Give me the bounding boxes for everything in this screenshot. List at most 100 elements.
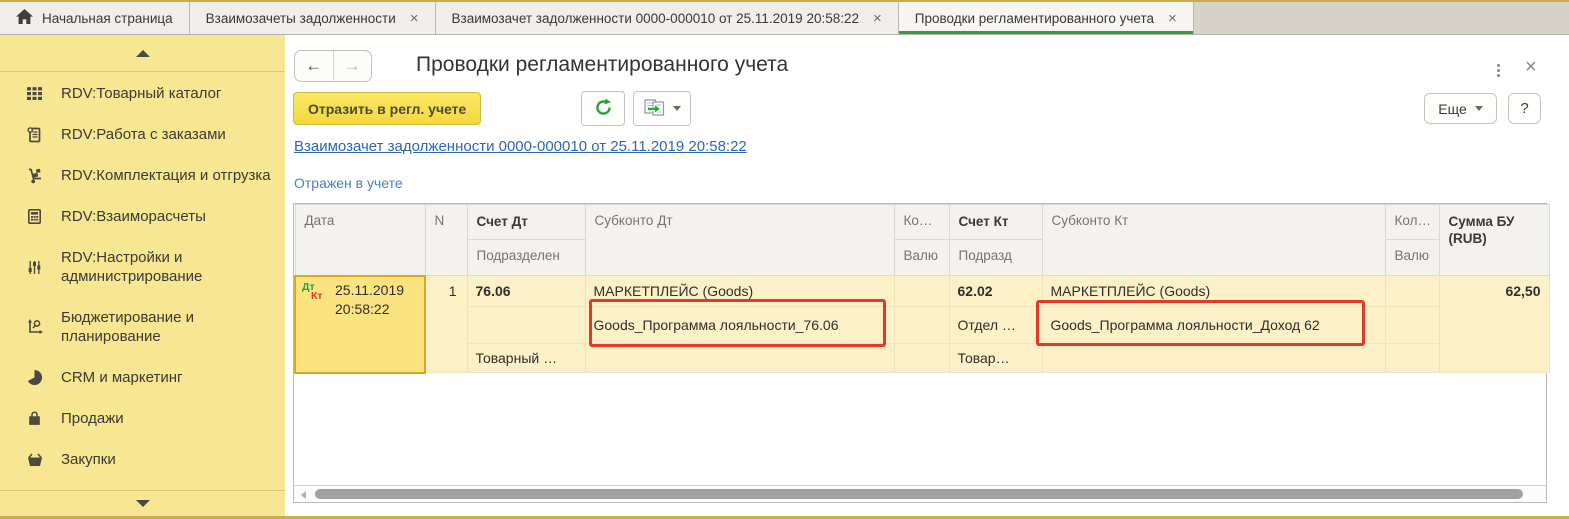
sidebar-item-label: RDV:Настройки и администрирование: [61, 249, 203, 285]
cell-date-selected[interactable]: Дт Кт 25.11.2019 20:58:22: [294, 274, 426, 374]
postings-table: Дата N Счет Дт Субконто Дт Ко… Счет Кт С…: [294, 204, 1550, 374]
sidebar-item-settings-administration[interactable]: RDV:Настройки и администрирование: [0, 237, 285, 297]
shipping-icon: [25, 168, 44, 184]
close-icon[interactable]: ×: [873, 11, 882, 26]
cell-credit-department-2[interactable]: Товар…: [948, 343, 1043, 373]
reflect-button[interactable]: Отразить в регл. учете: [293, 92, 482, 125]
sidebar-item-label: Бюджетирование и планирование: [61, 309, 195, 345]
postings-table-container: Дата N Счет Дт Субконто Дт Ко… Счет Кт С…: [293, 203, 1550, 503]
orders-icon: [25, 126, 44, 143]
sales-bag-icon: [25, 411, 44, 426]
settings-icon: [25, 260, 44, 275]
window-menu-icon[interactable]: [1494, 61, 1503, 80]
arrow-right-icon: →: [343, 56, 361, 75]
sidebar-item-label: CRM и маркетинг: [61, 369, 183, 386]
cell-amount[interactable]: 62,50: [1438, 275, 1550, 373]
window-close-icon[interactable]: ×: [1525, 56, 1537, 79]
col-header-debit-subconto: Субконто Дт: [584, 204, 895, 276]
app-window: Начальная страница Взаимозачеты задолжен…: [0, 0, 1569, 519]
reflect-variants-button[interactable]: [633, 91, 691, 126]
col-header-qty-credit: Кол…: [1384, 204, 1440, 240]
catalog-grid-icon: [25, 86, 44, 101]
sidebar-item-product-catalog[interactable]: RDV:Товарный каталог: [0, 73, 285, 114]
cell-currency-debit-2[interactable]: [893, 343, 950, 373]
horizontal-scrollbar[interactable]: [294, 485, 1546, 502]
close-icon[interactable]: ×: [410, 11, 419, 26]
cell-debit-subconto-1[interactable]: МАРКЕТПЛЕЙС (Goods): [584, 275, 895, 307]
sidebar-item-picking-shipping[interactable]: RDV:Комплектация и отгрузка: [0, 155, 285, 196]
sidebar-item-sales[interactable]: Продажи: [0, 398, 285, 439]
col-header-currency-credit: Валю: [1384, 239, 1440, 276]
cell-credit-subconto-3[interactable]: [1041, 343, 1386, 373]
cell-debit-subconto-3[interactable]: [584, 343, 895, 373]
top-accent-strip: [0, 0, 1569, 2]
cell-credit-subconto-1[interactable]: МАРКЕТПЛЕЙС (Goods): [1041, 275, 1386, 307]
sidebar-item-crm-marketing[interactable]: CRM и маркетинг: [0, 357, 285, 398]
tab-label: Начальная страница: [42, 10, 173, 26]
table-row: Goods_Программа лояльности_76.06 Отдел ……: [295, 306, 1549, 344]
cell-debit-subconto-2[interactable]: Goods_Программа лояльности_76.06: [584, 306, 895, 344]
scrollbar-thumb[interactable]: [315, 489, 1523, 499]
debit-credit-icon: Дт Кт: [302, 280, 323, 302]
refresh-icon: [594, 98, 613, 120]
cell-debit-account-2[interactable]: [466, 306, 586, 344]
sidebar-scroll-up[interactable]: [0, 35, 285, 72]
more-button-label: Еще: [1438, 100, 1467, 117]
export-document-icon: [643, 98, 667, 119]
forward-button[interactable]: →: [332, 51, 372, 81]
cell-debit-account[interactable]: 76.06: [466, 275, 586, 307]
page-title: Проводки регламентированного учета: [416, 53, 789, 76]
sidebar-item-label: RDV:Комплектация и отгрузка: [61, 167, 271, 184]
cell-credit-subconto-2[interactable]: Goods_Программа лояльности_Доход 62: [1041, 306, 1386, 344]
chevron-up-icon: [135, 49, 150, 57]
home-icon: [16, 9, 33, 27]
col-header-credit-account: Счет Кт: [948, 204, 1043, 240]
history-nav: ← →: [294, 50, 372, 82]
cell-n[interactable]: 1: [424, 275, 468, 373]
close-icon[interactable]: ×: [1168, 11, 1177, 26]
cell-qty-credit[interactable]: [1384, 275, 1440, 307]
cell-credit-account[interactable]: 62.02: [948, 275, 1043, 307]
help-button[interactable]: ?: [1508, 93, 1541, 124]
sidebar-items: RDV:Товарный каталог RDV:Работа с заказа…: [0, 73, 285, 489]
col-header-currency-debit: Валю: [893, 239, 950, 276]
chevron-down-icon: [135, 500, 150, 507]
col-header-debit-department: Подразделен: [466, 239, 586, 276]
tab-home[interactable]: Начальная страница: [0, 2, 190, 34]
table-row: Товарный … Товар…: [295, 343, 1549, 373]
more-button[interactable]: Еще: [1424, 93, 1497, 124]
col-header-credit-subconto: Субконто Кт: [1041, 204, 1386, 276]
sidebar-item-label: Закупки: [61, 451, 116, 468]
cell-qty-debit[interactable]: [893, 275, 950, 307]
posting-datetime: 25.11.2019 20:58:22: [335, 281, 405, 317]
tab-regulated-postings[interactable]: Проводки регламентированного учета ×: [898, 2, 1194, 34]
crm-pie-icon: [25, 370, 44, 385]
refresh-button[interactable]: [581, 91, 625, 126]
sidebar-item-mutual-settlements[interactable]: RDV:Взаиморасчеты: [0, 196, 285, 237]
sidebar-item-purchases[interactable]: Закупки: [0, 439, 285, 480]
col-header-n: N: [424, 204, 468, 276]
tab-label: Проводки регламентированного учета: [914, 10, 1155, 26]
sidebar-item-label: RDV:Взаиморасчеты: [61, 208, 206, 225]
table-row: Дт Кт 25.11.2019 20:58:22 1 76.06 МАРКЕТ…: [294, 274, 1550, 374]
tab-settlement-document[interactable]: Взаимозачет задолженности 0000-000010 от…: [435, 2, 899, 34]
sidebar-scroll-down[interactable]: [0, 490, 285, 516]
back-button[interactable]: ←: [295, 51, 333, 81]
scroll-left-icon[interactable]: [301, 491, 306, 499]
cell-currency-debit[interactable]: [893, 306, 950, 344]
tab-bar-filler: [1193, 2, 1569, 34]
arrow-left-icon: ←: [305, 56, 323, 75]
sidebar: RDV:Товарный каталог RDV:Работа с заказа…: [0, 35, 285, 516]
cell-credit-department[interactable]: Отдел …: [948, 306, 1043, 344]
cell-currency-credit[interactable]: [1384, 306, 1440, 344]
sidebar-item-budgeting-planning[interactable]: Бюджетирование и планирование: [0, 297, 285, 357]
cell-currency-credit-2[interactable]: [1384, 343, 1440, 373]
tab-label: Взаимозачет задолженности 0000-000010 от…: [451, 10, 860, 26]
sidebar-item-label: Продажи: [61, 410, 124, 427]
col-header-qty-debit: Ко…: [893, 204, 950, 240]
document-link[interactable]: Взаимозачет задолженности 0000-000010 от…: [294, 138, 747, 155]
tab-settlements-list[interactable]: Взаимозачеты задолженности ×: [189, 2, 436, 34]
cell-debit-department[interactable]: Товарный …: [466, 343, 586, 373]
tab-label: Взаимозачеты задолженности: [205, 10, 396, 26]
sidebar-item-orders[interactable]: RDV:Работа с заказами: [0, 114, 285, 155]
